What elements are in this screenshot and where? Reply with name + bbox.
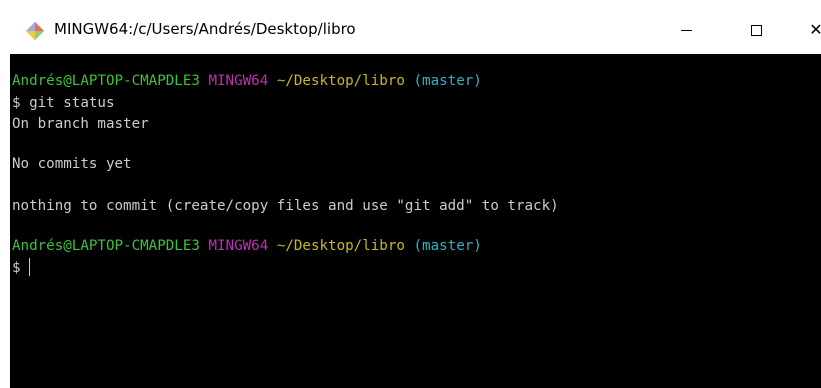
maximize-button[interactable] bbox=[736, 14, 776, 46]
output-line: nothing to commit (create/copy files and… bbox=[12, 198, 559, 214]
prompt-shell: MINGW64 bbox=[208, 73, 269, 89]
output-line: On branch master bbox=[12, 116, 149, 132]
window-title: MINGW64:/c/Users/Andrés/Desktop/libro bbox=[54, 20, 356, 38]
text-cursor bbox=[29, 258, 31, 276]
terminal-window: MINGW64:/c/Users/Andrés/Desktop/libro ✕ … bbox=[0, 0, 821, 388]
command-line: $ git status bbox=[12, 95, 115, 111]
prompt-line: Andrés@LAPTOP-CMAPDLE3 MINGW64 ~/Desktop… bbox=[12, 71, 482, 91]
terminal-area[interactable]: Andrés@LAPTOP-CMAPDLE3 MINGW64 ~/Desktop… bbox=[10, 54, 821, 388]
prompt-user-host: Andrés@LAPTOP-CMAPDLE3 bbox=[12, 238, 200, 254]
title-bar[interactable]: MINGW64:/c/Users/Andrés/Desktop/libro ✕ bbox=[0, 0, 821, 54]
prompt-user-host: Andrés@LAPTOP-CMAPDLE3 bbox=[12, 73, 200, 89]
prompt-path: ~/Desktop/libro bbox=[276, 73, 405, 89]
git-bash-diamond-icon bbox=[26, 22, 44, 40]
prompt-path: ~/Desktop/libro bbox=[276, 238, 405, 254]
minimize-icon bbox=[680, 29, 692, 31]
input-prompt: $ bbox=[12, 260, 30, 276]
close-icon: ✕ bbox=[809, 20, 821, 39]
prompt-line: Andrés@LAPTOP-CMAPDLE3 MINGW64 ~/Desktop… bbox=[12, 236, 482, 256]
prompt-shell: MINGW64 bbox=[208, 238, 269, 254]
maximize-icon bbox=[750, 24, 762, 36]
minimize-button[interactable] bbox=[666, 14, 706, 46]
prompt-branch: (master) bbox=[413, 73, 482, 89]
input-line[interactable]: $ bbox=[12, 258, 31, 278]
close-button[interactable]: ✕ bbox=[796, 14, 821, 46]
output-line: No commits yet bbox=[12, 156, 132, 172]
prompt-branch: (master) bbox=[413, 238, 482, 254]
